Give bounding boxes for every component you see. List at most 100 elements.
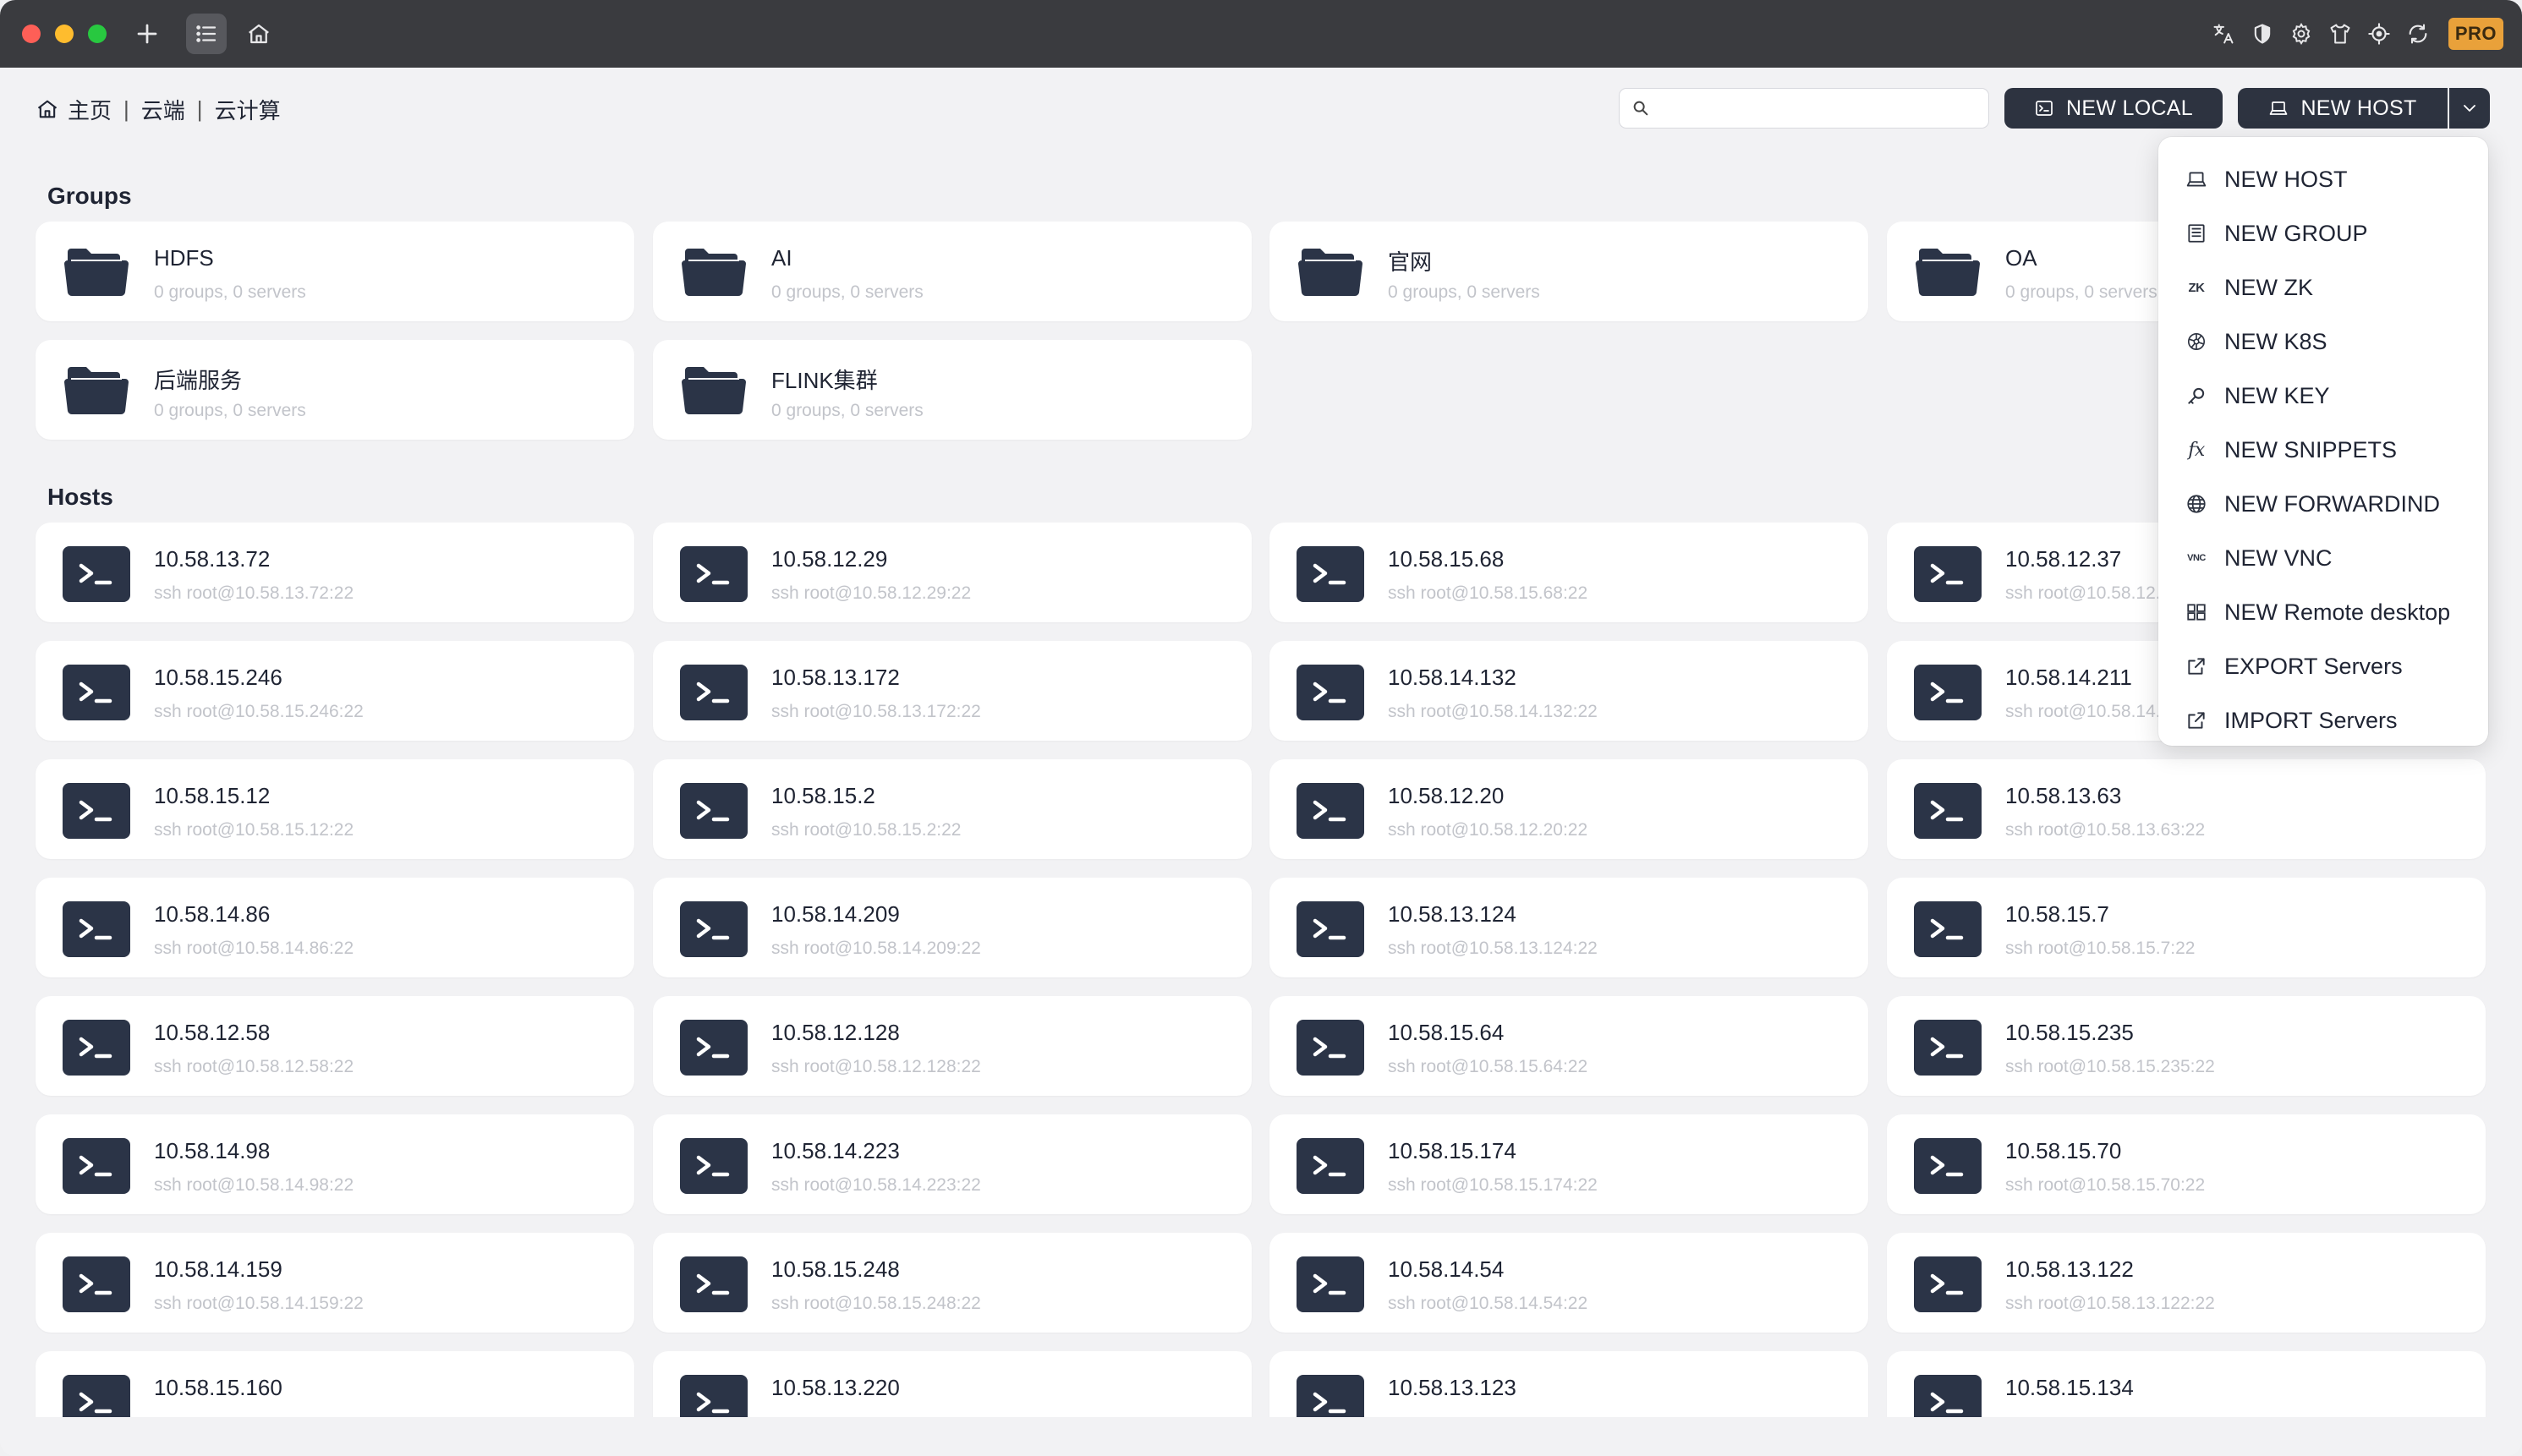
terminal-icon [1297,783,1364,839]
key-icon [2184,383,2209,408]
host-card[interactable]: 10.58.13.220 [653,1351,1252,1417]
host-card[interactable]: 10.58.15.68 ssh root@10.58.15.68:22 [1269,523,1868,622]
host-name: 10.58.15.68 [1388,546,1505,572]
import-icon [2184,708,2209,733]
menu-item-new-snippets[interactable]: fx NEW SNIPPETS [2158,423,2488,477]
laptop-icon [2184,167,2209,192]
host-name: 10.58.13.220 [771,1375,900,1400]
menu-item-label: NEW SNIPPETS [2224,436,2398,463]
host-card[interactable]: 10.58.15.7 ssh root@10.58.15.7:22 [1887,878,2486,977]
terminal-icon [680,1256,748,1312]
host-card[interactable]: 10.58.14.209 ssh root@10.58.14.209:22 [653,878,1252,977]
host-card[interactable]: 10.58.14.54 ssh root@10.58.14.54:22 [1269,1233,1868,1333]
host-card[interactable]: 10.58.15.174 ssh root@10.58.15.174:22 [1269,1114,1868,1214]
host-card[interactable]: 10.58.15.248 ssh root@10.58.15.248:22 [653,1233,1252,1333]
host-card[interactable]: 10.58.12.20 ssh root@10.58.12.20:22 [1269,759,1868,859]
host-card[interactable]: 10.58.12.29 ssh root@10.58.12.29:22 [653,523,1252,622]
group-meta: 0 groups, 0 servers [154,401,306,420]
host-card[interactable]: 10.58.14.86 ssh root@10.58.14.86:22 [36,878,634,977]
group-card[interactable]: 官网 0 groups, 0 servers [1269,222,1868,321]
host-card[interactable]: 10.58.13.123 [1269,1351,1868,1417]
menu-item-new-remote-desktop[interactable]: NEW Remote desktop [2158,585,2488,639]
host-name: 10.58.12.29 [771,546,888,572]
host-ssh-command: ssh root@10.58.13.172:22 [771,702,981,721]
menu-item-new-host[interactable]: NEW HOST [2158,152,2488,206]
host-card[interactable]: 10.58.15.12 ssh root@10.58.15.12:22 [36,759,634,859]
group-name: 官网 [1388,249,1433,275]
menu-item-new-forwardind[interactable]: NEW FORWARDIND [2158,477,2488,531]
host-card[interactable]: 10.58.14.98 ssh root@10.58.14.98:22 [36,1114,634,1214]
terminal-icon [1914,1138,1982,1194]
host-card[interactable]: 10.58.13.63 ssh root@10.58.13.63:22 [1887,759,2486,859]
host-card[interactable]: 10.58.13.124 ssh root@10.58.13.124:22 [1269,878,1868,977]
group-card[interactable]: HDFS 0 groups, 0 servers [36,222,634,321]
menu-item-new-zk[interactable]: ZK NEW ZK [2158,260,2488,315]
folder-icon [63,362,130,418]
host-name: 10.58.14.223 [771,1138,900,1163]
group-meta: 0 groups, 0 servers [771,282,924,302]
host-card[interactable]: 10.58.14.223 ssh root@10.58.14.223:22 [653,1114,1252,1214]
terminal-icon [1914,783,1982,839]
host-card[interactable]: 10.58.13.122 ssh root@10.58.13.122:22 [1887,1233,2486,1333]
terminal-icon [63,901,130,957]
host-ssh-command: ssh root@10.58.14.159:22 [154,1294,364,1313]
host-name: 10.58.13.72 [154,546,271,572]
group-card[interactable]: 后端服务 0 groups, 0 servers [36,340,634,440]
host-name: 10.58.15.160 [154,1375,282,1400]
host-card[interactable]: 10.58.12.58 ssh root@10.58.12.58:22 [36,996,634,1096]
group-card[interactable]: FLINK集群 0 groups, 0 servers [653,340,1252,440]
host-ssh-command: ssh root@10.58.12.20:22 [1388,820,1588,840]
host-card[interactable]: 10.58.15.70 ssh root@10.58.15.70:22 [1887,1114,2486,1214]
host-ssh-command: ssh root@10.58.12.58:22 [154,1057,354,1076]
group-card[interactable]: AI 0 groups, 0 servers [653,222,1252,321]
host-card[interactable]: 10.58.15.2 ssh root@10.58.15.2:22 [653,759,1252,859]
menu-item-new-k8s[interactable]: NEW K8S [2158,315,2488,369]
host-card[interactable]: 10.58.13.172 ssh root@10.58.13.172:22 [653,641,1252,741]
menu-item-export-servers[interactable]: EXPORT Servers [2158,639,2488,693]
host-name: 10.58.15.235 [2005,1020,2134,1045]
menu-item-new-vnc[interactable]: VNC NEW VNC [2158,531,2488,585]
menu-item-label: IMPORT Servers [2224,707,2398,733]
host-name: 10.58.12.20 [1388,783,1505,808]
host-card[interactable]: 10.58.14.132 ssh root@10.58.14.132:22 [1269,641,1868,741]
host-card[interactable]: 10.58.15.64 ssh root@10.58.15.64:22 [1269,996,1868,1096]
menu-item-import-servers[interactable]: IMPORT Servers [2158,693,2488,747]
terminal-icon [1297,901,1364,957]
host-card[interactable]: 10.58.15.134 [1887,1351,2486,1417]
host-ssh-command: ssh root@10.58.14.86:22 [154,939,354,958]
cards-area: HDFS 0 groups, 0 servers AI 0 groups, 0 ser… [0,0,2522,1417]
host-name: 10.58.15.134 [2005,1375,2134,1400]
host-ssh-command: ssh root@10.58.15.70:22 [2005,1175,2206,1195]
terminal-icon [680,546,748,602]
menu-item-label: NEW FORWARDIND [2224,490,2440,517]
terminal-icon [1297,546,1364,602]
terminal-icon [1297,665,1364,720]
menu-icon-text: fx [2188,439,2205,461]
host-name: 10.58.13.123 [1388,1375,1516,1400]
group-meta: 0 groups, 0 servers [2005,282,2157,302]
host-card[interactable]: 10.58.15.246 ssh root@10.58.15.246:22 [36,641,634,741]
host-card[interactable]: 10.58.13.72 ssh root@10.58.13.72:22 [36,523,634,622]
host-card[interactable]: 10.58.15.235 ssh root@10.58.15.235:22 [1887,996,2486,1096]
menu-item-label: NEW K8S [2224,328,2327,354]
group-name: AI [771,245,792,271]
terminal-icon [680,665,748,720]
menu-item-new-group[interactable]: NEW GROUP [2158,206,2488,260]
host-ssh-command: ssh root@10.58.13.124:22 [1388,939,1598,958]
host-ssh-command: ssh root@10.58.15.2:22 [771,820,962,840]
terminal-icon [63,665,130,720]
terminal-icon [1297,1020,1364,1076]
host-name: 10.58.15.7 [2005,901,2109,927]
terminal-icon [680,783,748,839]
host-card[interactable]: 10.58.12.128 ssh root@10.58.12.128:22 [653,996,1252,1096]
host-card[interactable]: 10.58.15.160 [36,1351,634,1417]
host-card[interactable]: 10.58.14.159 ssh root@10.58.14.159:22 [36,1233,634,1333]
folder-icon [1297,244,1364,299]
windows-icon [2184,599,2209,625]
menu-item-new-key[interactable]: NEW KEY [2158,369,2488,423]
host-name: 10.58.15.174 [1388,1138,1516,1163]
host-name: 10.58.14.86 [154,901,271,927]
menu-item-label: NEW Remote desktop [2224,599,2451,625]
terminal-icon [63,1020,130,1076]
host-ssh-command: ssh root@10.58.12.29:22 [771,583,972,603]
